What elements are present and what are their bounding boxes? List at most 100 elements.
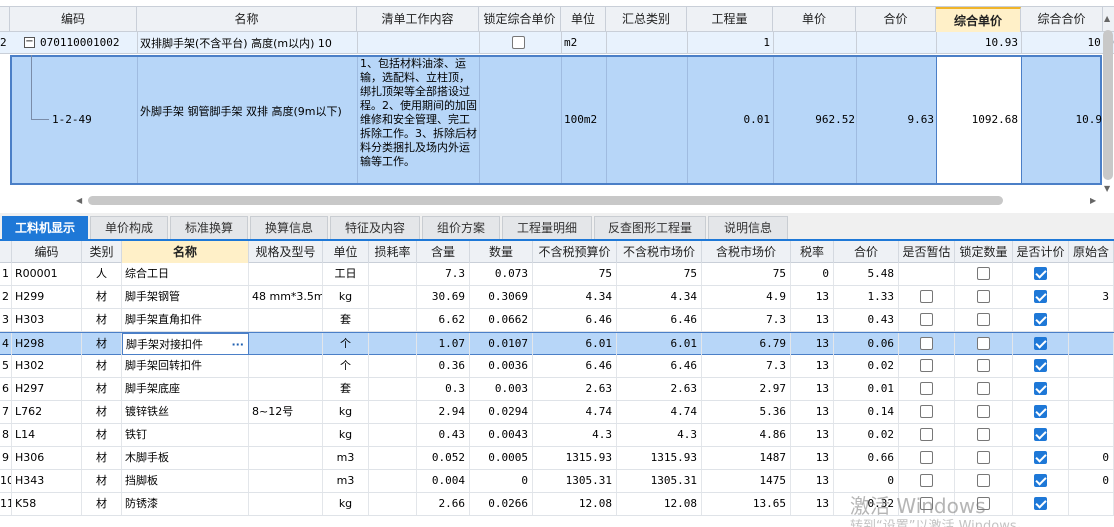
table-row[interactable]: 9 H306 材木脚手板 m3 0.052 0.0005 1315.93 1315.93 148… [0,447,1114,470]
table-row[interactable]: 5 H302 材脚手架回转扣件个 0.36 0.0036 6.46 6.46 7.3 13 0.0… [0,355,1114,378]
lock-quantity-checkbox[interactable] [955,263,1013,285]
header-unit[interactable]: 单位 [561,7,606,32]
is-priced-checkbox[interactable] [1013,424,1069,446]
scroll-down-icon[interactable]: ▼ [1104,184,1110,193]
is-estimate-checkbox[interactable] [899,263,955,285]
tab-features-content[interactable]: 特征及内容 [330,216,420,239]
header-name[interactable]: 名称 [137,7,357,32]
tab-reverse-graphic-quantity[interactable]: 反查图形工程量 [594,216,706,239]
header-unit[interactable]: 单位 [323,241,369,263]
tab-labor-material-machine[interactable]: 工料机显示 [2,216,88,239]
is-estimate-checkbox[interactable] [899,355,955,377]
resource-code: H302 [12,355,82,377]
header-quantity[interactable]: 数量 [470,241,533,263]
lock-quantity-checkbox[interactable] [955,447,1013,469]
header-code[interactable]: 编码 [10,7,137,32]
tab-standard-conversion[interactable]: 标准换算 [170,216,248,239]
lock-quantity-checkbox[interactable] [955,401,1013,423]
header-total[interactable]: 合价 [834,241,899,263]
tab-price-composition[interactable]: 单价构成 [90,216,168,239]
resource-pre-tax-market: 75 [617,263,702,285]
header-summary-category[interactable]: 汇总类别 [606,7,687,32]
is-priced-checkbox[interactable] [1013,378,1069,400]
collapse-icon[interactable]: − [24,37,35,48]
header-pre-tax-budget[interactable]: 不含税预算价 [533,241,617,263]
more-icon[interactable]: ··· [231,334,244,354]
is-estimate-checkbox[interactable] [899,286,955,308]
header-spec[interactable]: 规格及型号 [249,241,323,263]
horizontal-scrollbar[interactable] [88,196,1003,205]
tab-quantity-details[interactable]: 工程量明细 [502,216,592,239]
header-loss-rate[interactable]: 损耗率 [369,241,417,263]
resource-spec [249,470,323,492]
header-total[interactable]: 合价 [856,7,936,32]
header-comprehensive-total[interactable]: 综合合价 [1021,7,1103,32]
is-priced-checkbox[interactable] [1013,263,1069,285]
header-is-estimate[interactable]: 是否暂估 [899,241,955,263]
header-original[interactable]: 原始含 [1069,241,1114,263]
is-estimate-checkbox[interactable] [899,401,955,423]
header-is-priced[interactable]: 是否计价 [1013,241,1069,263]
resource-total: 0.43 [834,309,899,331]
header-quantity[interactable]: 工程量 [687,7,773,32]
is-priced-checkbox[interactable] [1013,401,1069,423]
resource-original [1069,493,1114,515]
unchecked-icon [920,337,933,350]
quota-item-row[interactable]: 1-2-49 外脚手架 钢管脚手架 双排 高度(9m以下) 1、包括材料油漆、运… [10,55,1102,185]
lock-price-checkbox[interactable] [512,36,525,52]
resource-spec [249,424,323,446]
vertical-scrollbar[interactable] [1103,30,1113,180]
is-priced-checkbox[interactable] [1013,447,1069,469]
header-comprehensive-price[interactable]: 综合单价 [936,7,1021,32]
is-priced-checkbox[interactable] [1013,355,1069,377]
is-estimate-checkbox[interactable] [899,309,955,331]
bill-item-row[interactable]: 2 − 070110001002 双排脚手架(不含平台) 高度(m以内) 10 … [0,32,1114,54]
lock-quantity-checkbox[interactable] [955,424,1013,446]
header-content[interactable]: 含量 [417,241,470,263]
header-code[interactable]: 编码 [12,241,82,263]
scroll-up-icon[interactable]: ▲ [1104,14,1110,23]
is-priced-checkbox[interactable] [1013,493,1069,515]
resource-tax-rate: 0 [791,263,834,285]
header-work-content[interactable]: 清单工作内容 [357,7,479,32]
header-unit-price[interactable]: 单价 [773,7,856,32]
table-row[interactable]: 2H299材脚手架钢管48 mm*3.5mmkg30.690.30694.344… [0,286,1114,309]
header-tax-market[interactable]: 含税市场价 [702,241,791,263]
lock-quantity-checkbox[interactable] [955,355,1013,377]
lock-quantity-checkbox[interactable] [955,286,1013,308]
scroll-right-icon[interactable]: ▶ [1090,196,1096,205]
header-lock-quantity[interactable]: 锁定数量 [955,241,1013,263]
header-name[interactable]: 名称 [122,241,249,263]
lock-quantity-checkbox[interactable] [955,309,1013,331]
scroll-left-icon[interactable]: ◀ [76,196,82,205]
is-priced-checkbox[interactable] [1013,286,1069,308]
resource-original [1069,424,1114,446]
lock-quantity-checkbox[interactable] [955,378,1013,400]
tab-conversion-info[interactable]: 换算信息 [250,216,328,239]
header-lock-price[interactable]: 锁定综合单价 [479,7,561,32]
tab-description-info[interactable]: 说明信息 [708,216,788,239]
lock-quantity-checkbox[interactable] [955,333,1013,355]
table-row[interactable]: 6 H297 材脚手架底座套 0.3 0.003 2.63 2.63 2.97 13 0.01 [0,378,1114,401]
table-row[interactable]: 3 H303 材脚手架直角扣件套 6.62 0.0662 6.46 6.46 7.3 13 0.4… [0,309,1114,332]
table-row[interactable]: 7 L762 材镀锌铁丝 8~12号 kg 2.94 0.0294 4.74 4.74 5.36 1… [0,401,1114,424]
is-priced-checkbox[interactable] [1013,470,1069,492]
resource-category: 材 [82,378,122,400]
unchecked-icon [920,382,933,395]
header-pre-tax-market[interactable]: 不含税市场价 [617,241,702,263]
lock-quantity-checkbox[interactable] [955,470,1013,492]
header-category[interactable]: 类别 [82,241,122,263]
is-estimate-checkbox[interactable] [899,333,955,355]
is-estimate-checkbox[interactable] [899,447,955,469]
is-priced-checkbox[interactable] [1013,309,1069,331]
header-tax-rate[interactable]: 税率 [791,241,834,263]
resource-content: 0.004 [417,470,470,492]
tab-pricing-scheme[interactable]: 组价方案 [422,216,500,239]
is-estimate-checkbox[interactable] [899,378,955,400]
is-priced-checkbox[interactable] [1013,333,1069,355]
table-row[interactable]: 1 R00001 人综合工日 工日 7.3 0.073 75 75 75 0 5.48 [0,263,1114,286]
table-row[interactable]: 4 H298 材脚手架对接扣件 ··· 个 1.07 0.0107 6.01 6.01 6.79 1… [0,332,1114,355]
table-row[interactable]: 8 L14 材铁钉 kg 0.43 0.0043 4.3 4.3 4.86 13 0.02 [0,424,1114,447]
is-estimate-checkbox[interactable] [899,470,955,492]
is-estimate-checkbox[interactable] [899,424,955,446]
